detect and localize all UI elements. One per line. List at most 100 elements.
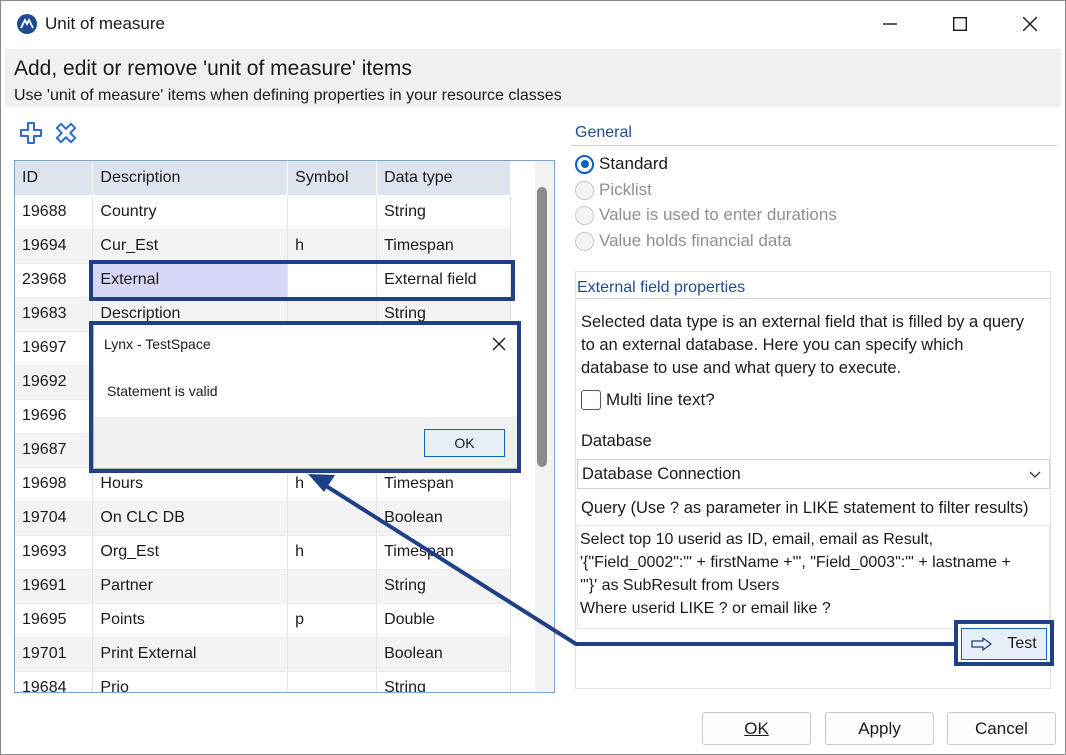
radio-label: Picklist <box>599 180 652 199</box>
query-label: Query (Use ? as parameter in LIKE statem… <box>581 499 1029 517</box>
table-row[interactable]: 19695 Points p Double <box>15 603 511 638</box>
query-textarea[interactable]: Select top 10 userid as ID, email, email… <box>577 525 1050 629</box>
external-description-line: Selected data type is an external field … <box>581 313 1025 331</box>
cell-description: Org_Est <box>92 535 289 570</box>
cell-id: 19692 <box>15 365 94 400</box>
cell-id: 19697 <box>15 331 94 366</box>
radio-label: Value is used to enter durations <box>599 205 837 224</box>
radio-financial[interactable]: Value holds financial data <box>575 230 792 252</box>
radio-durations[interactable]: Value is used to enter durations <box>575 204 837 226</box>
cancel-button[interactable]: Cancel <box>947 712 1056 745</box>
annotation-dialog-highlight <box>89 321 521 473</box>
cell-data-type: Double <box>376 603 511 638</box>
query-line: '{"Field_0002":"' + firstName +'", "Fiel… <box>580 554 1011 571</box>
radio-selected-icon[interactable] <box>575 154 594 174</box>
close-icon <box>1023 17 1037 31</box>
database-label: Database <box>581 432 652 450</box>
cell-symbol <box>287 501 378 536</box>
table-row[interactable]: 19693 Org_Est h Timespan <box>15 535 511 570</box>
annotation-row-highlight <box>89 260 515 301</box>
general-group-title: General <box>575 124 632 141</box>
column-header-symbol[interactable]: Symbol <box>287 161 378 195</box>
radio-standard[interactable]: Standard <box>575 153 668 175</box>
maximize-button[interactable] <box>925 1 995 47</box>
scrollbar-thumb[interactable] <box>536 187 547 467</box>
cell-description: Points <box>92 603 289 638</box>
radio-empty-icon[interactable] <box>575 180 594 200</box>
external-description: Selected data type is an external field … <box>581 311 1051 380</box>
radio-label: Standard <box>599 154 668 173</box>
close-button[interactable] <box>995 1 1065 47</box>
table-scrollbar[interactable] <box>535 161 554 692</box>
radio-picklist[interactable]: Picklist <box>575 179 652 201</box>
cell-data-type: String <box>376 195 511 230</box>
table-row[interactable]: 19704 On CLC DB Boolean <box>15 501 511 536</box>
radio-empty-icon[interactable] <box>575 205 594 225</box>
cell-id: 23968 <box>15 263 94 298</box>
chevron-down-icon <box>1029 471 1041 478</box>
database-select-value: Database Connection <box>582 464 741 483</box>
cell-id: 19696 <box>15 399 94 434</box>
cell-symbol: h <box>287 535 378 570</box>
lynx-logo-icon <box>17 14 37 34</box>
cell-id: 19704 <box>15 501 94 536</box>
cell-symbol <box>287 195 378 230</box>
cell-description: Print External <box>92 637 289 672</box>
cell-id: 19683 <box>15 297 94 332</box>
cell-id: 19684 <box>15 671 94 692</box>
ok-button[interactable]: OK <box>702 712 811 745</box>
header-band: Add, edit or remove 'unit of measure' it… <box>5 49 1061 107</box>
radio-empty-icon[interactable] <box>575 231 594 251</box>
title-bar: Unit of measure <box>1 1 1065 47</box>
external-group-title: External field properties <box>577 279 746 296</box>
add-icon[interactable] <box>19 121 43 145</box>
cell-id: 19701 <box>15 637 94 672</box>
cell-data-type: Timespan <box>376 229 511 264</box>
page-subtitle: Use 'unit of measure' items when definin… <box>14 87 562 104</box>
radio-label: Value holds financial data <box>599 231 792 250</box>
column-header-description[interactable]: Description <box>92 161 289 195</box>
remove-icon[interactable] <box>54 121 78 145</box>
external-description-line: database to use and what query to execut… <box>581 359 902 377</box>
cell-description: Prio <box>92 671 289 692</box>
table-row[interactable]: 19688 Country String <box>15 195 511 230</box>
minimize-button[interactable] <box>855 1 925 47</box>
cell-data-type: String <box>376 671 511 692</box>
query-line: Select top 10 userid as ID, email, email… <box>580 531 934 548</box>
table-row[interactable]: 19684 Prio String <box>15 671 511 692</box>
table-header-row: ID Description Symbol Data type <box>15 161 511 195</box>
minimize-icon <box>883 23 897 25</box>
cell-data-type: Boolean <box>376 501 511 536</box>
cell-data-type: Timespan <box>376 535 511 570</box>
database-select[interactable]: Database Connection <box>577 459 1050 489</box>
annotation-test-highlight <box>954 620 1054 666</box>
cell-description: Cur_Est <box>92 229 289 264</box>
cell-id: 19698 <box>15 467 94 502</box>
maximize-icon <box>953 17 967 31</box>
cell-symbol <box>287 671 378 692</box>
table-row[interactable]: 19694 Cur_Est h Timespan <box>15 229 511 264</box>
cell-description: On CLC DB <box>92 501 289 536</box>
apply-button[interactable]: Apply <box>825 712 934 745</box>
cell-symbol <box>287 569 378 604</box>
multiline-checkbox-row[interactable]: Multi line text? <box>581 390 715 410</box>
page-title: Add, edit or remove 'unit of measure' it… <box>14 57 412 80</box>
query-line: '"}' as SubResult from Users <box>580 577 780 594</box>
cell-id: 19691 <box>15 569 94 604</box>
cell-id: 19687 <box>15 433 94 468</box>
ok-button-label: OK <box>744 718 769 738</box>
cell-data-type: String <box>376 569 511 604</box>
cell-symbol <box>287 637 378 672</box>
table-row[interactable]: 19701 Print External Boolean <box>15 637 511 672</box>
cell-description: Partner <box>92 569 289 604</box>
multiline-checkbox[interactable] <box>581 390 601 410</box>
general-divider <box>571 145 1057 146</box>
cell-id: 19688 <box>15 195 94 230</box>
column-header-data-type[interactable]: Data type <box>376 161 511 195</box>
unit-of-measure-window: Unit of measure Add, edit or remove 'uni… <box>0 0 1066 755</box>
multiline-label: Multi line text? <box>606 390 715 409</box>
cell-symbol: p <box>287 603 378 638</box>
column-header-id[interactable]: ID <box>15 161 94 195</box>
table-row[interactable]: 19691 Partner String <box>15 569 511 604</box>
cell-id: 19693 <box>15 535 94 570</box>
